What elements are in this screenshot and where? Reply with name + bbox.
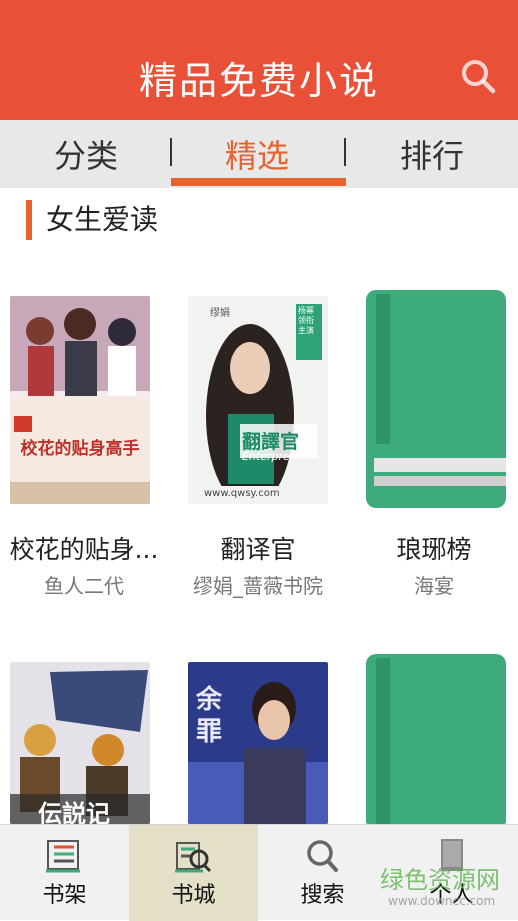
- active-tab-indicator: [171, 178, 346, 186]
- book-title[interactable]: 翻译官: [174, 530, 342, 566]
- nav-label: 搜索: [300, 883, 345, 908]
- search-icon: [307, 840, 338, 872]
- watermark-url: www.downcc.com: [388, 894, 496, 908]
- cover-author: 缪娟: [210, 308, 230, 319]
- cover-url: www.qwsy.com: [204, 488, 280, 499]
- book-cover[interactable]: 余罪: [188, 662, 328, 824]
- nav-bookshelf[interactable]: 书架: [0, 825, 129, 921]
- bookstore-icon: [175, 842, 212, 873]
- cover-tag: 杨幂 领衔主演: [298, 306, 314, 335]
- book-author: 海宴: [414, 574, 454, 598]
- watermark-text: 绿色资源网: [380, 866, 500, 894]
- bookshelf-icon: [46, 840, 80, 873]
- tab-divider: [170, 138, 172, 166]
- book-title[interactable]: 校花的贴身...: [0, 530, 168, 566]
- book-cover[interactable]: 翻譯官 Enterprete www.qwsy.com 缪娟 杨幂 领衔主演: [188, 296, 328, 504]
- cover-title: 校花的贴身高手: [21, 438, 140, 459]
- book-author: 鱼人二代: [44, 574, 124, 598]
- book-title[interactable]: 琅琊榜: [350, 530, 518, 566]
- nav-search[interactable]: 搜索: [258, 825, 387, 921]
- cover-subtitle: Enterprete: [242, 450, 301, 463]
- nav-label: 书城: [171, 883, 216, 908]
- section-marker: [26, 200, 32, 240]
- search-icon[interactable]: [460, 58, 496, 94]
- book-cover-placeholder[interactable]: [366, 654, 506, 824]
- book-cover[interactable]: 校花的贴身高手: [10, 296, 150, 504]
- book-cover-placeholder[interactable]: [366, 290, 506, 508]
- section-title: 女生爱读: [46, 203, 159, 236]
- nav-label: 书架: [42, 883, 87, 908]
- book-cover[interactable]: 伝説记: [10, 662, 150, 824]
- app-header: 精品免费小说: [0, 0, 518, 120]
- cover-title: 伝説记: [38, 800, 110, 824]
- tab-category[interactable]: 分类: [0, 120, 172, 188]
- book-author: 缪娟_蔷薇书院: [193, 574, 323, 598]
- app-title: 精品免费小说: [138, 59, 379, 103]
- tab-ranking[interactable]: 排行: [346, 120, 518, 188]
- section-header: 女生爱读: [0, 188, 518, 250]
- cover-title: 余罪: [196, 685, 223, 747]
- nav-bookstore[interactable]: 书城: [129, 825, 258, 921]
- tab-divider: [344, 138, 346, 166]
